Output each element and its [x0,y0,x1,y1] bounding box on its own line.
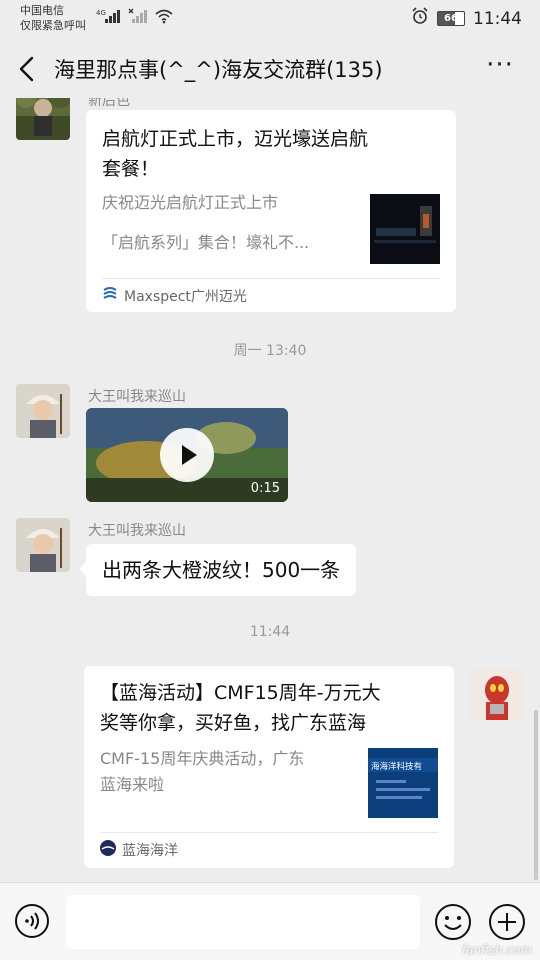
plus-icon [489,904,525,940]
network-type-label: 4G [96,9,106,17]
chevron-left-icon [19,56,34,82]
link-card[interactable]: 启航灯正式上市，迈光壕送启航 套餐！ 庆祝迈光启航灯正式上市 「启航系列」集合！… [86,110,456,312]
signal-no-service-icon [128,8,148,28]
status-right: 66 11:44 [411,7,522,30]
voice-icon [15,904,49,938]
voice-input-button[interactable] [14,903,50,939]
card-title-line: 套餐！ [102,158,160,180]
card-description-line: 庆祝迈光启航灯正式上市 [102,193,279,212]
avatar[interactable] [470,668,524,722]
card-thumbnail: 海海洋科技有 [368,748,438,818]
timestamp: 11:44 [249,624,291,640]
input-bar: fanfish.com [0,882,540,960]
wifi-icon [154,8,174,28]
back-button[interactable] [12,50,48,88]
battery-icon: 66 [437,11,465,26]
card-divider [102,278,440,279]
card-description-line: 蓝海来啦 [100,775,165,794]
message-list[interactable]: 新后色 启航灯正式上市，迈光壕送启航 套餐！ 庆祝迈光启航灯正式上市 「启航系列… [0,98,540,882]
card-description-line: 「启航系列」集合！壕礼不... [102,233,310,252]
card-description: CMF-15周年庆典活动，广东 蓝海来啦 [100,746,350,798]
thumbnail-caption: 海海洋科技有 [371,761,422,772]
message-input[interactable] [66,895,420,949]
card-thumbnail [370,194,440,264]
carrier-name: 中国电信 [20,4,64,17]
avatar[interactable] [16,98,70,140]
card-title: 【蓝海活动】CMF15周年-万元大 奖等你拿，买好鱼，找广东蓝海 [100,678,381,738]
more-functions-button[interactable] [488,903,526,941]
status-bar: 中国电信 仅限紧急呼叫 4G 66 11:44 [0,0,540,40]
card-title-line: 启航灯正式上市，迈光壕送启航 [102,128,369,150]
card-source: Maxspect广州迈光 [102,286,247,306]
carrier-status: 仅限紧急呼叫 [20,19,86,32]
battery-level: 66 [444,13,458,24]
text-bubble[interactable]: 出两条大橙波纹！500一条 [78,544,357,596]
timestamp: 周一 13:40 [233,343,307,359]
chat-screen: 中国电信 仅限紧急呼叫 4G 66 11:44 海里那点事(^_^)海友交流群(… [0,0,540,960]
sender-name: 大王叫我来巡山 [88,389,186,405]
video-message[interactable]: 0:15 [86,408,288,502]
play-button[interactable] [160,428,214,482]
alarm-icon [411,7,429,30]
link-card[interactable]: 【蓝海活动】CMF15周年-万元大 奖等你拿，买好鱼，找广东蓝海 CMF-15周… [84,666,454,868]
clock: 11:44 [473,8,522,29]
maxspect-logo-icon [102,286,118,306]
card-divider [100,832,438,833]
card-source-label: 蓝海海洋 [122,843,178,859]
card-description: 庆祝迈光启航灯正式上市 「启航系列」集合！壕礼不... [102,190,352,256]
page-title: 海里那点事(^_^)海友交流群(135) [54,58,383,82]
emoji-button[interactable] [434,903,472,941]
video-duration: 0:15 [250,481,280,496]
signal-4g-icon: 4G [96,8,122,28]
card-description-line: CMF-15周年庆典活动，广东 [100,749,305,768]
watermark: fanfish.com [461,943,532,957]
card-source-label: Maxspect广州迈光 [124,289,247,305]
avatar[interactable] [16,384,70,438]
card-title-line: 【蓝海活动】CMF15周年-万元大 [100,682,381,704]
network-indicators: 4G [96,8,174,28]
sender-name: 新后色 [88,98,130,109]
lanhai-logo-icon [100,840,116,860]
card-title-line: 奖等你拿，买好鱼，找广东蓝海 [100,712,367,734]
scrollbar[interactable] [534,710,538,880]
more-options-button[interactable]: ··· [482,52,518,84]
chat-header: 海里那点事(^_^)海友交流群(135) ··· [0,40,540,98]
card-source: 蓝海海洋 [100,840,178,860]
smiley-icon [435,904,471,940]
sender-name: 大王叫我来巡山 [88,523,186,539]
card-title: 启航灯正式上市，迈光壕送启航 套餐！ [102,124,368,184]
carrier-info: 中国电信 仅限紧急呼叫 [20,3,86,33]
avatar[interactable] [16,518,70,572]
